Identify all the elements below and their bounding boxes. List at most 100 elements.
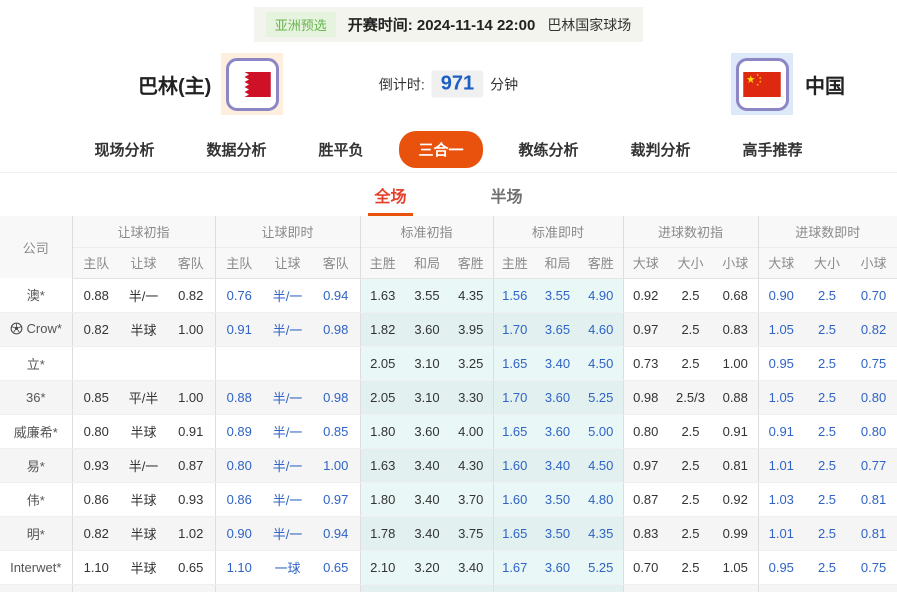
- odds-cell: 半/一: [120, 448, 167, 483]
- company-cell: Interwet*: [0, 550, 72, 585]
- odds-cell: 0.81: [850, 482, 897, 517]
- table-row: 易* 0.93 半/一 0.87 0.80 半/一 1.00 1.63 3.40 4.30 1.60…: [0, 448, 897, 483]
- odds-cell: 3.40: [536, 448, 579, 483]
- home-team: 巴林(主): [138, 53, 284, 115]
- odds-cell: 0.95: [757, 346, 805, 381]
- odds-cell: 0.73: [622, 346, 668, 381]
- odds-cell: 2.5/3: [668, 380, 713, 415]
- odds-cell: 4.60: [579, 312, 623, 347]
- odds-cell: [71, 346, 120, 381]
- odds-cell: 3.40: [449, 550, 493, 585]
- odds-cell: 0.87: [167, 448, 215, 483]
- nav-tab-7[interactable]: 高手推荐: [717, 139, 829, 160]
- odds-cell: 4.50: [579, 448, 623, 483]
- odds-cell: [120, 584, 167, 592]
- odds-cell: 3.75: [449, 516, 493, 551]
- period-subtabs: 全场 半场: [0, 172, 897, 216]
- odds-cell: 半/一: [263, 414, 312, 449]
- away-team: 中国: [731, 53, 845, 115]
- countdown: 倒计时: 971 分钟: [379, 70, 519, 98]
- nav-tab-6[interactable]: 裁判分析: [605, 139, 717, 160]
- odds-cell: 0.91: [167, 414, 215, 449]
- countdown-unit: 分钟: [490, 76, 519, 92]
- table-row: 澳* 0.88 半/一 0.82 0.76 半/一 0.94 1.63 3.55 4.35 1.56…: [0, 278, 897, 313]
- odds-cell: 1.80: [359, 482, 405, 517]
- odds-cell: 2.5: [804, 550, 851, 585]
- subtab-1[interactable]: 全场: [368, 173, 413, 216]
- odds-cell: 半/一: [263, 380, 312, 415]
- odds-cell: 2.5: [668, 346, 713, 381]
- table-row: 伟* 0.86 半球 0.93 0.86 半/一 0.97 1.80 3.40 3.70 1.60 3…: [0, 482, 897, 517]
- odds-cell: 半球: [120, 414, 167, 449]
- odds-cell: [0, 584, 72, 592]
- odds-table-header: 公司 让球初指 让球即时 标准初指 标准即时 进球数初指 进球数即时 主队 让球 客队 主队 让球 客队…: [0, 216, 897, 279]
- odds-cell: 0.80: [214, 448, 263, 483]
- odds-cell: 4.90: [579, 278, 623, 313]
- odds-cell: 0.92: [713, 482, 759, 517]
- sub-header: 小球: [713, 246, 759, 279]
- odds-cell: 3.55: [405, 278, 449, 313]
- odds-cell: 3.10: [405, 380, 449, 415]
- sub-header: 小球: [850, 246, 897, 279]
- page: { "topbar": { "badge": "亚洲预选", "kickoff_…: [0, 0, 897, 592]
- odds-cell: 0.82: [850, 312, 897, 347]
- odds-cell: 2.5: [668, 516, 713, 551]
- odds-cell: 2.05: [359, 346, 405, 381]
- odds-cell: [167, 346, 215, 381]
- nav-tab-4[interactable]: 三合一: [399, 130, 483, 168]
- sub-header: 和局: [536, 246, 579, 279]
- odds-cell: 0.98: [312, 312, 360, 347]
- odds-cell: 3.40: [405, 448, 449, 483]
- odds-cell: 0.93: [71, 448, 120, 483]
- sub-header: 主胜: [359, 246, 405, 279]
- odds-cell: 1.05: [713, 550, 759, 585]
- bahrain-flag-icon: [221, 53, 284, 115]
- odds-cell: 1.65: [492, 346, 536, 381]
- nav-tab-1[interactable]: 现场分析: [68, 139, 180, 160]
- sub-header: 大小: [804, 246, 851, 279]
- odds-cell: [312, 584, 360, 592]
- odds-cell: [120, 346, 167, 381]
- odds-cell: 平/半: [120, 380, 167, 415]
- odds-cell: 2.5: [804, 278, 851, 313]
- odds-cell: 半球: [120, 312, 167, 347]
- odds-cell: 4.35: [449, 278, 493, 313]
- odds-cell: 5.25: [579, 380, 623, 415]
- odds-cell: 0.80: [622, 414, 668, 449]
- odds-cell: 0.92: [622, 278, 668, 313]
- odds-cell: [167, 584, 215, 592]
- odds-cell: 0.76: [214, 278, 263, 313]
- odds-cell: 1.65: [492, 516, 536, 551]
- odds-cell: 0.99: [713, 516, 759, 551]
- company-cell: 威廉希*: [0, 414, 72, 449]
- company-name: 易*: [26, 458, 45, 474]
- nav-tab-2[interactable]: 数据分析: [180, 139, 292, 160]
- odds-cell: 0.98: [622, 380, 668, 415]
- odds-cell: [622, 584, 668, 592]
- odds-cell: 3.60: [536, 414, 579, 449]
- company-name: Interwet*: [10, 559, 62, 575]
- odds-cell: 1.01: [757, 448, 805, 483]
- odds-cell: 4.80: [579, 482, 623, 517]
- odds-cell: 1.00: [167, 312, 215, 347]
- odds-cell: 1.00: [312, 448, 360, 483]
- odds-cell: 半/一: [263, 312, 312, 347]
- odds-cell: 3.10: [405, 346, 449, 381]
- odds-cell: 2.5: [804, 414, 851, 449]
- subtab-2[interactable]: 半场: [485, 173, 529, 216]
- odds-cell: 半/一: [263, 278, 312, 313]
- odds-cell: [449, 584, 493, 592]
- odds-cell: 0.91: [757, 414, 805, 449]
- nav-tab-5[interactable]: 教练分析: [493, 139, 605, 160]
- odds-cell: [214, 584, 263, 592]
- odds-cell: 0.86: [71, 482, 120, 517]
- odds-table: 公司 让球初指 让球即时 标准初指 标准即时 进球数初指 进球数即时 主队 让球 客队 主队 让球 客队…: [0, 216, 897, 592]
- odds-cell: 3.40: [536, 346, 579, 381]
- company-name: 伟*: [26, 492, 45, 508]
- odds-cell: 3.95: [449, 312, 493, 347]
- nav-tab-3[interactable]: 胜平负: [292, 139, 389, 160]
- table-row: Crow* 0.82 半球 1.00 0.91 半/一 0.98 1.82 3.60 3.95 1.…: [0, 312, 897, 347]
- sub-header: 主队: [214, 246, 263, 279]
- away-flag-frame: [735, 57, 789, 111]
- group-header-2: 让球即时: [214, 216, 360, 247]
